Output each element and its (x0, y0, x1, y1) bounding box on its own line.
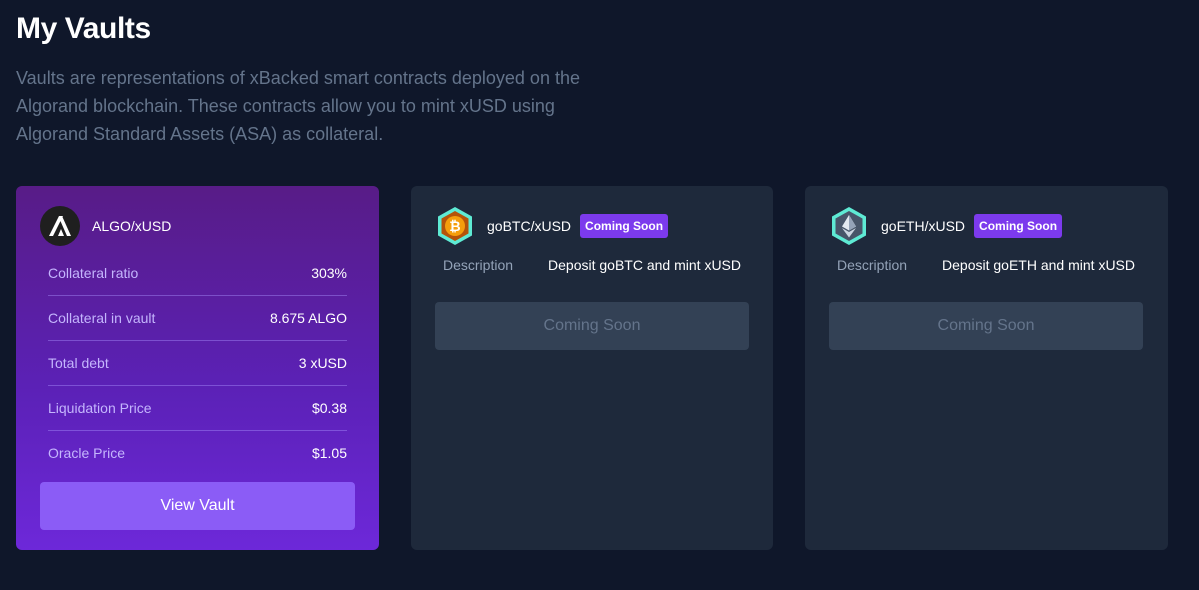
vault-pair-label: goETH/xUSD (881, 218, 966, 234)
stat-row-collateral-in-vault: Collateral in vault 8.675 ALGO (48, 296, 347, 341)
page-description: Vaults are representations of xBacked sm… (16, 68, 580, 144)
view-vault-button[interactable]: View Vault (40, 482, 355, 530)
coming-soon-badge: Coming Soon (974, 214, 1063, 238)
stat-label: Collateral in vault (48, 310, 156, 326)
description-label: Description (837, 257, 908, 273)
vault-pair-label: goBTC/xUSD (487, 218, 572, 234)
vault-card-header: ₿ goBTC/xUSD Coming Soon (435, 206, 669, 246)
stat-label: Liquidation Price (48, 400, 152, 416)
stat-value: 8.675 ALGO (269, 310, 347, 326)
stat-value: 3 xUSD (298, 355, 347, 371)
stat-value: 303% (311, 265, 347, 281)
description-label: Description (443, 257, 514, 273)
description-value: Deposit goETH and mint xUSD (942, 257, 1135, 273)
stat-label: Total debt (48, 355, 109, 371)
algorand-logo-icon (40, 206, 80, 246)
stat-value: $0.38 (311, 400, 347, 416)
description-value: Deposit goBTC and mint xUSD (548, 257, 741, 273)
vault-card-algo: ALGO/xUSD Collateral ratio 303% Collater… (16, 186, 379, 550)
stat-row-oracle-price: Oracle Price $1.05 (48, 431, 347, 475)
coming-soon-button: Coming Soon (829, 302, 1143, 350)
stat-row-total-debt: Total debt 3 xUSD (48, 341, 347, 386)
description-row: Description Deposit goBTC and mint xUSD (443, 257, 741, 273)
coming-soon-button: Coming Soon (435, 302, 749, 350)
page-title: My Vaults (16, 12, 151, 45)
stat-label: Oracle Price (48, 445, 126, 461)
stat-row-liquidation-price: Liquidation Price $0.38 (48, 386, 347, 431)
description-row: Description Deposit goETH and mint xUSD (837, 257, 1135, 273)
ethereum-icon (832, 207, 866, 245)
stat-row-collateral-ratio: Collateral ratio 303% (48, 251, 347, 296)
bitcoin-icon: ₿ (438, 207, 472, 245)
vault-pair-label: ALGO/xUSD (92, 218, 172, 234)
vault-card-header: goETH/xUSD Coming Soon (829, 206, 1063, 246)
vault-card-header: ALGO/xUSD (40, 206, 171, 246)
vault-card-gobtc: ₿ goBTC/xUSD Coming Soon Description Dep… (411, 186, 773, 550)
svg-text:₿: ₿ (449, 219, 460, 235)
vault-stats-list: Collateral ratio 303% Collateral in vaul… (48, 251, 347, 475)
stat-label: Collateral ratio (48, 265, 139, 281)
coming-soon-badge: Coming Soon (580, 214, 669, 238)
vault-card-goeth: goETH/xUSD Coming Soon Description Depos… (805, 186, 1168, 550)
stat-value: $1.05 (311, 445, 347, 461)
